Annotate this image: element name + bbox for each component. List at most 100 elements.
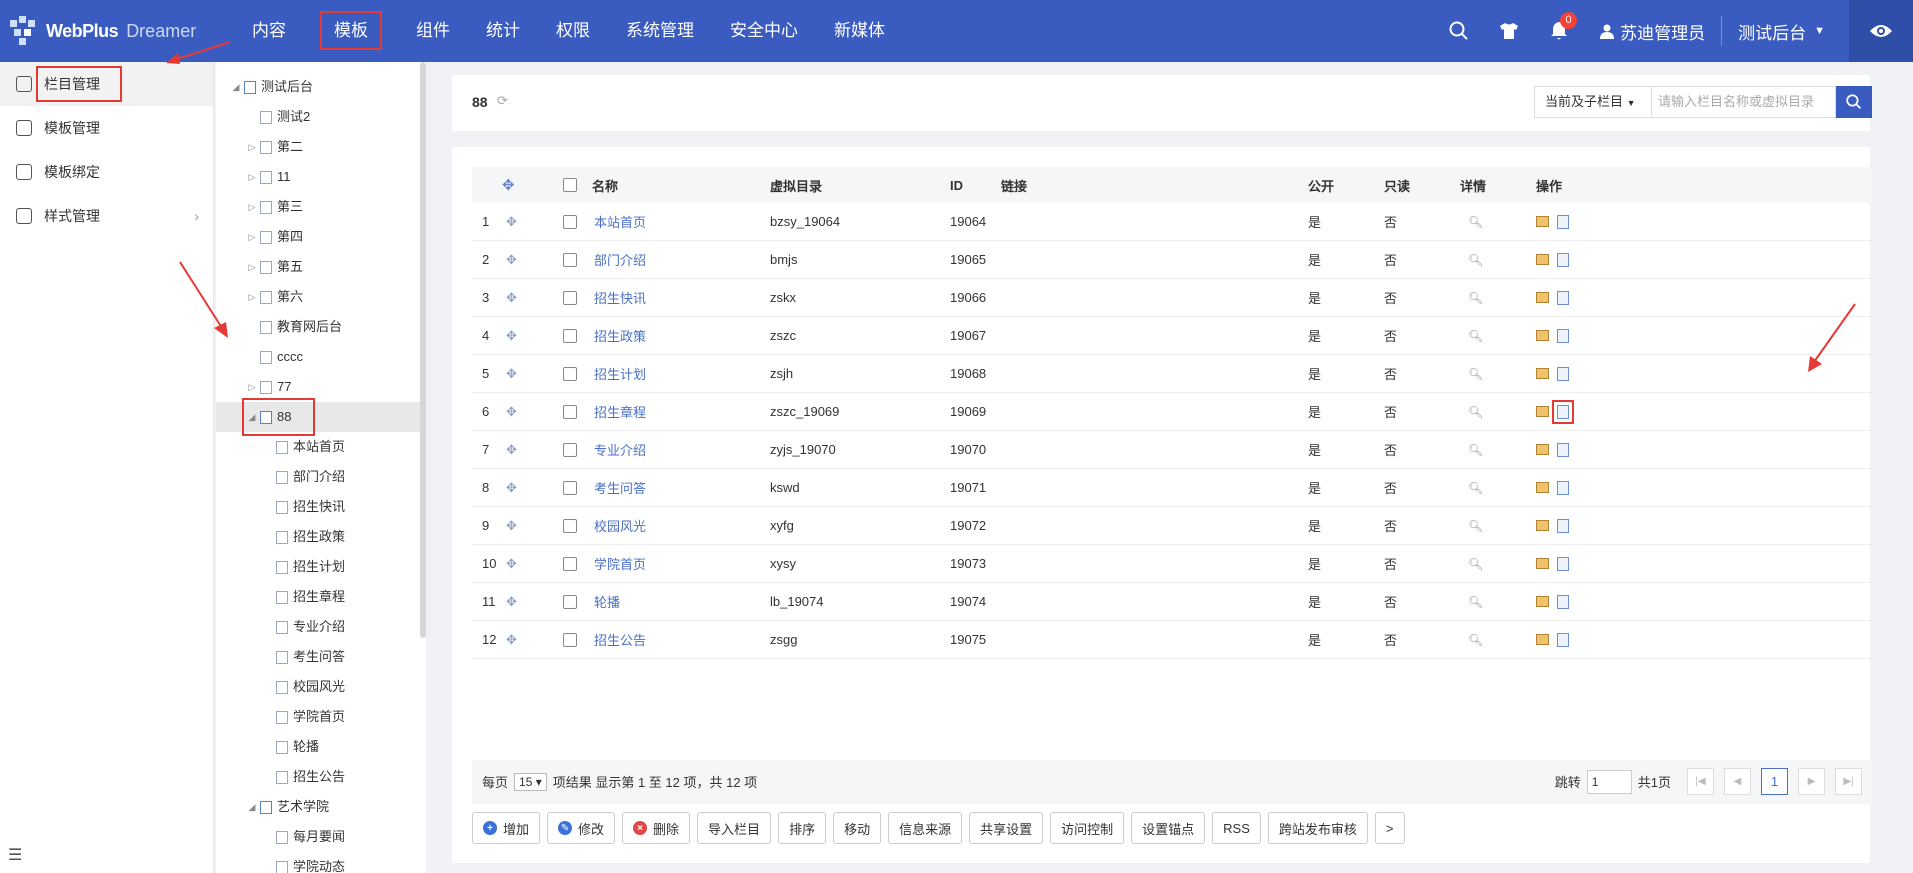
tree-node[interactable]: 部门介绍 [216,462,426,492]
column-name-link[interactable]: 招生政策 [594,317,646,354]
nav-statistics[interactable]: 统计 [468,0,538,62]
tree-node[interactable]: ◢ 测试后台 [216,72,426,102]
tree-node[interactable]: 学院动态 [216,852,426,873]
drag-handle-icon[interactable]: ✥ [506,469,517,506]
tree-toggle-icon[interactable]: ◢ [246,402,258,432]
magnifier-icon[interactable]: 🔍︎ [1468,507,1483,544]
tree-toggle-icon[interactable]: ▷ [246,252,258,282]
template-file-icon[interactable] [1557,632,1569,647]
template-file-icon[interactable] [1557,328,1569,343]
shirt-icon[interactable] [1484,0,1534,62]
select-all-checkbox[interactable] [563,167,577,203]
magnifier-icon[interactable]: 🔍︎ [1468,583,1483,620]
site-selector[interactable]: 测试后台 ▼ [1721,16,1841,46]
scope-select[interactable]: 当前及子栏目 ▼ [1534,86,1652,118]
col-link[interactable]: 链接 [1001,167,1027,203]
edit-icon[interactable] [1536,558,1549,569]
drag-all-icon[interactable]: ✥ [502,167,515,203]
nav-template[interactable]: 模板 [304,0,398,62]
tree-toggle-icon[interactable]: ▷ [246,132,258,162]
tree-node[interactable]: ▷ 第五 [216,252,426,282]
current-page-button[interactable]: 1 [1761,768,1788,795]
next-page-button[interactable]: ▶ [1798,768,1825,795]
logo[interactable]: WebPlus Dreamer [8,13,196,49]
template-file-icon[interactable] [1552,399,1574,424]
column-name-link[interactable]: 考生问答 [594,469,646,506]
tree-node[interactable]: 教育网后台 [216,312,426,342]
sidebar-item-template-management[interactable]: 模板管理 [0,106,213,150]
row-checkbox[interactable] [563,469,577,506]
edit-icon[interactable] [1536,254,1549,265]
column-name-link[interactable]: 招生章程 [594,393,646,430]
search-icon[interactable] [1434,0,1484,62]
tree-toggle-icon[interactable]: ▷ [246,192,258,222]
tree-node[interactable]: 每月要闻 [216,822,426,852]
column-name-link[interactable]: 轮播 [594,583,620,620]
tree-node[interactable]: ▷ 第二 [216,132,426,162]
magnifier-icon[interactable]: 🔍︎ [1468,393,1483,430]
magnifier-icon[interactable]: 🔍︎ [1468,355,1483,392]
tree-scrollbar[interactable] [420,62,426,638]
col-public[interactable]: 公开 [1308,167,1334,203]
edit-icon[interactable] [1536,216,1549,227]
drag-handle-icon[interactable]: ✥ [506,317,517,354]
drag-handle-icon[interactable]: ✥ [506,507,517,544]
template-file-icon[interactable] [1557,556,1569,571]
per-page-select[interactable]: 15 ▾ [514,772,547,791]
drag-handle-icon[interactable]: ✥ [506,241,517,278]
toolbar-button[interactable]: 设置锚点 [1131,812,1206,844]
tree-toggle-icon[interactable]: ◢ [246,792,258,822]
nav-content[interactable]: 内容 [234,0,304,62]
nav-security[interactable]: 安全中心 [712,0,816,62]
toolbar-button[interactable]: × 删除 [622,812,691,844]
toolbar-button[interactable]: 排序 [778,812,827,844]
tree-node[interactable]: 专业介绍 [216,612,426,642]
nav-component[interactable]: 组件 [398,0,468,62]
column-name-link[interactable]: 招生计划 [594,355,646,392]
column-name-link[interactable]: 招生快讯 [594,279,646,316]
drag-handle-icon[interactable]: ✥ [506,621,517,658]
tree-node[interactable]: 学院首页 [216,702,426,732]
edit-icon[interactable] [1536,482,1549,493]
tree-node[interactable]: 测试2 [216,102,426,132]
prev-page-button[interactable]: ◀ [1724,768,1751,795]
edit-icon[interactable] [1536,520,1549,531]
tree-node[interactable]: 轮播 [216,732,426,762]
edit-icon[interactable] [1536,292,1549,303]
magnifier-icon[interactable]: 🔍︎ [1468,621,1483,658]
column-name-link[interactable]: 招生公告 [594,621,646,658]
tree-node[interactable]: ▷ 第三 [216,192,426,222]
magnifier-icon[interactable]: 🔍︎ [1468,203,1483,240]
column-name-link[interactable]: 学院首页 [594,545,646,582]
tree-node[interactable]: 招生快讯 [216,492,426,522]
nav-system[interactable]: 系统管理 [608,0,712,62]
row-checkbox[interactable] [563,431,577,468]
magnifier-icon[interactable]: 🔍︎ [1468,469,1483,506]
toolbar-button[interactable]: ✎ 修改 [547,812,616,844]
tree-node[interactable]: 校园风光 [216,672,426,702]
toolbar-button[interactable]: RSS [1212,812,1261,844]
tree-node[interactable]: ◢ 艺术学院 [216,792,426,822]
template-file-icon[interactable] [1557,290,1569,305]
tree-node[interactable]: 考生问答 [216,642,426,672]
row-checkbox[interactable] [563,621,577,658]
toolbar-button[interactable]: 导入栏目 [697,812,772,844]
column-name-link[interactable]: 校园风光 [594,507,646,544]
template-file-icon[interactable] [1557,252,1569,267]
magnifier-icon[interactable]: 🔍︎ [1468,545,1483,582]
toolbar-button[interactable]: > [1374,812,1405,844]
drag-handle-icon[interactable]: ✥ [506,583,517,620]
sidebar-item-style-management[interactable]: 样式管理 › [0,194,213,238]
eye-icon[interactable] [1849,0,1913,62]
tree-toggle-icon[interactable]: ▷ [246,372,258,402]
column-name-link[interactable]: 部门介绍 [594,241,646,278]
jump-input[interactable]: 1 [1586,769,1632,794]
row-checkbox[interactable] [563,317,577,354]
template-file-icon[interactable] [1557,214,1569,229]
row-checkbox[interactable] [563,203,577,240]
last-page-button[interactable]: ▶| [1835,768,1862,795]
edit-icon[interactable] [1536,330,1549,341]
toolbar-button[interactable]: 访问控制 [1050,812,1125,844]
edit-icon[interactable] [1536,444,1549,455]
row-checkbox[interactable] [563,279,577,316]
